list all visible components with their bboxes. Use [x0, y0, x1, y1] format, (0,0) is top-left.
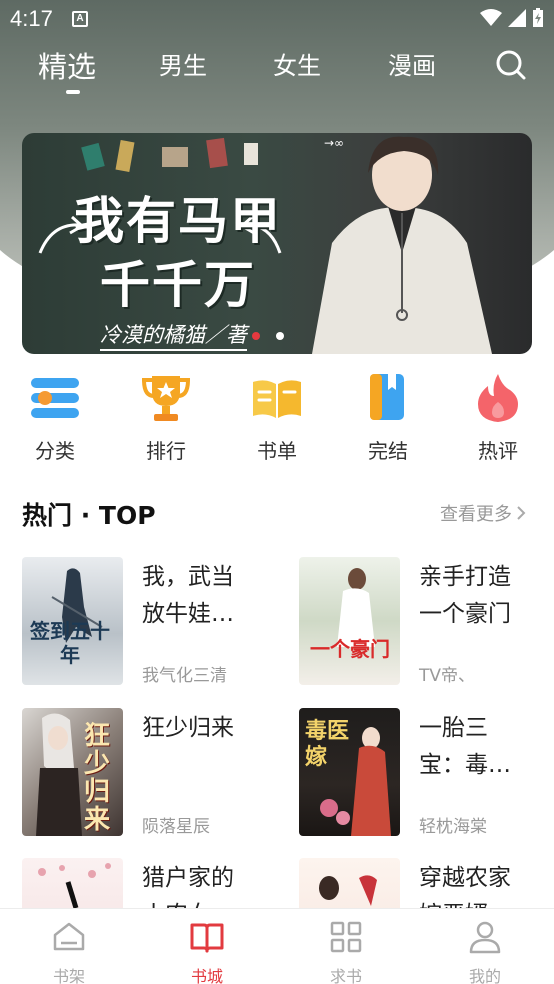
book-title: 亲手打造一个豪门 [419, 564, 511, 627]
banner-character-illustration: →∞ [312, 136, 492, 354]
notification-icon: A [72, 11, 88, 27]
tab-male[interactable]: 男生 [159, 46, 207, 81]
book-title: 一胎三宝：毒… [419, 715, 511, 778]
category-ranking[interactable]: 排行 [121, 370, 211, 464]
banner-author: 冷漠的橘猫／著 [100, 319, 247, 351]
wifi-icon [480, 9, 502, 26]
bookshelf-icon [53, 922, 85, 951]
book-item[interactable]: 一个豪门 亲手打造一个豪门 TV帝、 [299, 557, 554, 687]
book-cover: 狂少归来 [22, 708, 123, 836]
book-author: 轻枕海棠 [419, 817, 487, 837]
open-book-icon [253, 380, 301, 418]
system-icons [480, 8, 544, 28]
battery-icon [533, 8, 543, 27]
trophy-icon [141, 376, 191, 421]
book-item[interactable]: 狂少归来 狂少归来 陨落星辰 [22, 708, 282, 838]
tab-comics[interactable]: 漫画 [388, 46, 436, 81]
book-author: 陨落星辰 [142, 817, 210, 837]
book-title: 我，武当放牛娃… [142, 564, 234, 627]
book-author: TV帝、 [419, 666, 476, 686]
nav-bookshelf[interactable]: 书架 [34, 919, 104, 984]
flame-icon [478, 374, 518, 422]
book-cover: 毒医嫁 [299, 708, 400, 836]
promo-banner[interactable]: 我有马甲 千千万 冷漠的橘猫／著 →∞ [22, 133, 532, 354]
tab-female[interactable]: 女生 [273, 46, 321, 81]
category-completed[interactable]: 完结 [343, 370, 433, 464]
active-tab-indicator [66, 90, 80, 94]
grid-icon [330, 921, 362, 953]
tab-featured[interactable]: 精选 [38, 44, 96, 86]
bookmark-book-icon [370, 374, 404, 420]
book-title: 狂少归来 [142, 715, 234, 741]
book-cover: 签到五十年 [22, 557, 123, 685]
nav-request-book[interactable]: 求书 [311, 919, 381, 984]
category-booklist[interactable]: 书单 [232, 370, 322, 464]
category-shortcuts: 分类 排行 书单 完结 热评 [0, 370, 554, 465]
nav-bookstore[interactable]: 书城 [172, 919, 242, 984]
book-item[interactable]: 签到五十年 我，武当放牛娃… 我气化三清 [22, 557, 282, 687]
nav-profile[interactable]: 我的 [450, 919, 520, 984]
status-time: 4:17 [10, 6, 53, 31]
search-icon[interactable] [494, 48, 528, 82]
category-hot-reviews[interactable]: 热评 [453, 370, 543, 464]
user-icon [469, 921, 501, 954]
book-cover: 一个豪门 [299, 557, 400, 685]
book-author: 我气化三清 [142, 666, 227, 686]
book-item[interactable]: 毒医嫁 一胎三宝：毒… 轻枕海棠 [299, 708, 554, 838]
section-title: 热门 · TOP [22, 501, 156, 530]
category-classify[interactable]: 分类 [10, 370, 100, 464]
banner-title: 我有马甲 千千万 [74, 191, 282, 314]
pagination-dot[interactable] [276, 332, 284, 340]
pagination-dot-active[interactable] [252, 332, 260, 340]
chevron-right-icon [517, 506, 526, 520]
category-list-icon [31, 378, 79, 418]
status-bar: 4:17 A [0, 0, 554, 38]
book-icon [190, 923, 224, 953]
signal-icon [508, 9, 526, 27]
banner-pagination [252, 332, 284, 340]
see-more-link[interactable]: 查看更多 [440, 500, 526, 526]
svg-text:→∞: →∞ [324, 136, 344, 150]
bottom-navigation: 书架 书城 求书 我的 [0, 908, 554, 984]
top-tab-bar: 精选 男生 女生 漫画 [0, 40, 554, 100]
